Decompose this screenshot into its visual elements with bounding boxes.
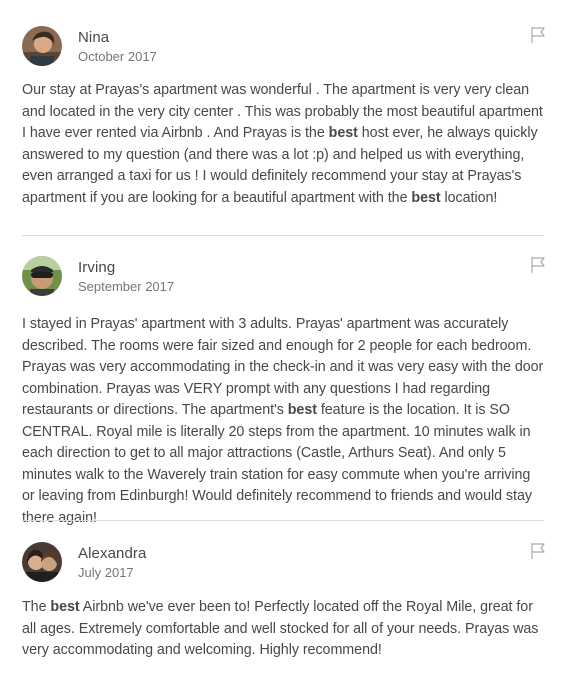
flag-icon[interactable] xyxy=(530,542,546,560)
reviews-list: Nina October 2017 Our stay at Prayas's a… xyxy=(0,0,563,683)
avatar-photo-alexandra xyxy=(22,542,62,582)
reviewer-header: Nina October 2017 xyxy=(22,26,546,72)
divider xyxy=(22,520,544,521)
reviewer-name[interactable]: Alexandra xyxy=(78,545,146,562)
text-segment: The xyxy=(22,599,51,615)
review-date: October 2017 xyxy=(78,49,157,64)
review-date: July 2017 xyxy=(78,565,134,580)
text-segment: location! xyxy=(440,189,498,206)
avatar[interactable] xyxy=(22,542,62,582)
text-segment: Airbnb we've ever been to! Perfectly loc… xyxy=(22,599,539,658)
highlighted-text: best xyxy=(411,189,441,206)
review-item: Nina October 2017 Our stay at Prayas's a… xyxy=(22,26,546,209)
divider xyxy=(22,235,544,236)
review-item: Irving September 2017 I stayed in Prayas… xyxy=(22,256,546,529)
reviewer-name[interactable]: Irving xyxy=(78,259,115,276)
highlighted-text: best xyxy=(287,402,317,418)
flag-icon[interactable] xyxy=(530,26,546,44)
reviewer-header: Irving September 2017 xyxy=(22,256,546,302)
avatar-photo-nina xyxy=(22,26,62,66)
avatar[interactable] xyxy=(22,256,62,296)
highlighted-text: best xyxy=(328,125,358,141)
reviewer-name[interactable]: Nina xyxy=(78,29,109,46)
review-text: I stayed in Prayas' apartment with 3 adu… xyxy=(22,314,544,529)
review-date: September 2017 xyxy=(78,279,175,294)
avatar-photo-irving xyxy=(22,256,62,296)
review-item: Alexandra July 2017 The best Airbnb we'v… xyxy=(22,542,546,662)
reviewer-header: Alexandra July 2017 xyxy=(22,542,546,588)
review-text: The best Airbnb we've ever been to! Perf… xyxy=(22,597,544,662)
review-text: Our stay at Prayas's apartment was wonde… xyxy=(22,80,544,209)
avatar[interactable] xyxy=(22,26,62,66)
text-segment: feature is the location. It is SO CENTRA… xyxy=(22,402,532,526)
highlighted-text: best xyxy=(50,599,80,615)
flag-icon[interactable] xyxy=(530,256,546,274)
